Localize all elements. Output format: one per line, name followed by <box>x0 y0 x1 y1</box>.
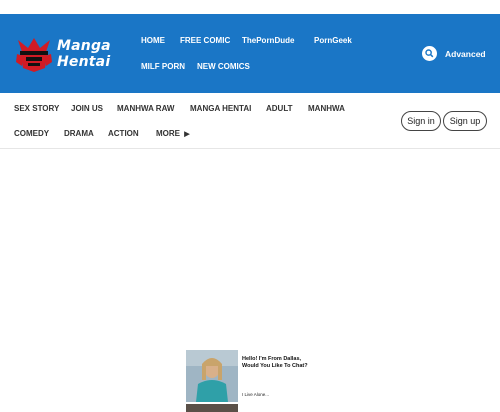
nav-porngeek[interactable]: PornGeek <box>314 36 352 45</box>
nav-theporndude[interactable]: ThePornDude <box>242 36 294 45</box>
category-nav: SEX STORY JOIN US MANHWA RAW MANGA HENTA… <box>0 93 500 149</box>
site-logo[interactable]: Manga Hentai <box>14 34 114 74</box>
subnav-comedy[interactable]: COMEDY <box>14 129 49 138</box>
logo-line-2: Hentai <box>57 54 111 70</box>
logo-line-1: Manga <box>57 38 111 54</box>
search-icon <box>425 49 434 58</box>
samurai-helmet-icon <box>16 38 52 72</box>
ad-subtitle: I Live Alone... <box>242 392 270 397</box>
subnav-drama[interactable]: DRAMA <box>64 129 94 138</box>
nav-free-comic[interactable]: FREE COMIC <box>180 36 230 45</box>
top-strip <box>0 0 500 14</box>
subnav-adult[interactable]: ADULT <box>266 104 293 113</box>
ad-banner[interactable]: Hello! I'm From Dallas, Would You Like T… <box>186 350 308 412</box>
caret-right-icon: ▶ <box>184 131 190 138</box>
subnav-sex-story[interactable]: SEX STORY <box>14 104 59 113</box>
search-button[interactable] <box>422 46 437 61</box>
advanced-search-link[interactable]: Advanced <box>445 49 486 59</box>
nav-home[interactable]: HOME <box>141 36 165 45</box>
site-header: Manga Hentai HOME FREE COMIC ThePornDude… <box>0 14 500 93</box>
sign-in-button[interactable]: Sign in <box>401 111 441 131</box>
subnav-more-label: MORE <box>156 129 180 138</box>
ad-photo-illustration <box>186 350 238 402</box>
nav-milf-porn[interactable]: MILF PORN <box>141 62 185 71</box>
ad-title: Hello! I'm From Dallas, Would You Like T… <box>242 356 308 369</box>
subnav-more[interactable]: MORE ▶ <box>156 129 190 138</box>
logo-text: Manga Hentai <box>57 38 111 70</box>
ad-photo-2 <box>186 404 238 412</box>
subnav-action[interactable]: ACTION <box>108 129 139 138</box>
subnav-manhwa-raw[interactable]: MANHWA RAW <box>117 104 174 113</box>
subnav-join-us[interactable]: JOIN US <box>71 104 103 113</box>
ad-photo <box>186 350 238 402</box>
sign-up-button[interactable]: Sign up <box>443 111 487 131</box>
nav-new-comics[interactable]: NEW COMICS <box>197 62 250 71</box>
subnav-manhwa[interactable]: MANHWA <box>308 104 345 113</box>
subnav-manga-hentai[interactable]: MANGA HENTAI <box>190 104 251 113</box>
